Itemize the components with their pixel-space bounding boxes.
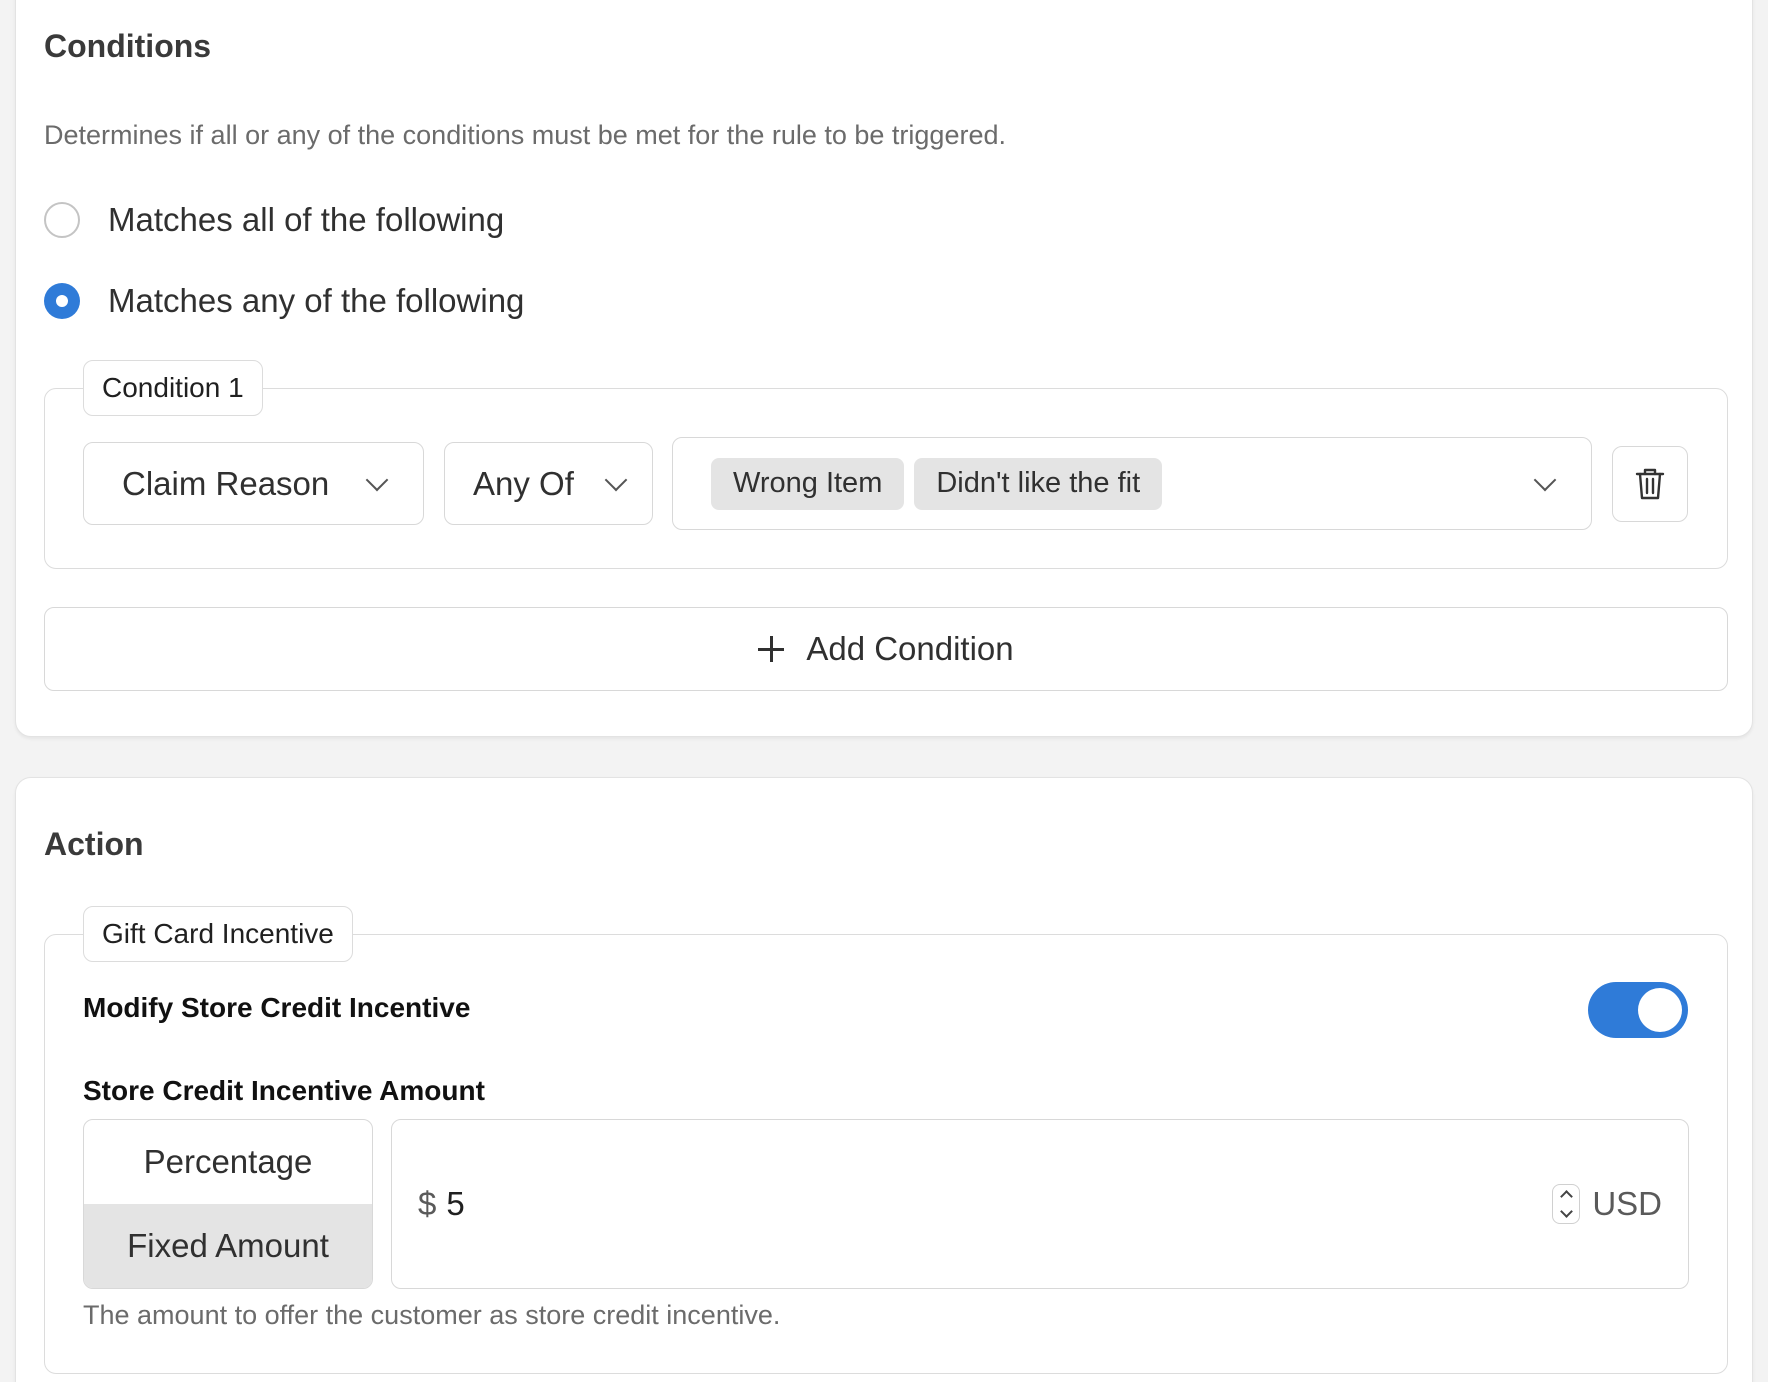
- chevron-up-icon: [1559, 1190, 1573, 1203]
- modify-incentive-label: Modify Store Credit Incentive: [83, 992, 471, 1023]
- amount-type-segmented-control: Percentage Fixed Amount: [83, 1119, 373, 1289]
- chevron-down-icon: [604, 468, 628, 491]
- amount-type-fixed[interactable]: Fixed Amount: [84, 1204, 372, 1288]
- match-all-option[interactable]: Matches all of the following: [44, 201, 504, 239]
- amount-label: Store Credit Incentive Amount: [83, 1075, 485, 1106]
- gift-card-incentive-legend: Gift Card Incentive: [83, 906, 353, 962]
- add-condition-button[interactable]: Add Condition: [44, 607, 1728, 691]
- add-condition-label: Add Condition: [806, 630, 1014, 667]
- amount-input[interactable]: $ 5 USD: [391, 1119, 1689, 1289]
- chevron-down-icon: [1533, 468, 1557, 491]
- modify-incentive-toggle[interactable]: [1588, 982, 1688, 1038]
- amount-help-text: The amount to offer the customer as stor…: [83, 1300, 781, 1330]
- conditions-description: Determines if all or any of the conditio…: [44, 120, 1006, 150]
- currency-code: USD: [1592, 1185, 1662, 1222]
- amount-value[interactable]: 5: [446, 1185, 464, 1223]
- toggle-knob: [1638, 988, 1682, 1032]
- chevron-down-icon: [365, 468, 389, 491]
- stepper-icon[interactable]: [1552, 1184, 1581, 1224]
- match-any-option[interactable]: Matches any of the following: [44, 282, 524, 320]
- amount-type-percentage[interactable]: Percentage: [84, 1120, 372, 1204]
- match-all-radio[interactable]: [44, 202, 80, 238]
- trash-icon: [1635, 468, 1665, 500]
- action-title: Action: [44, 826, 144, 862]
- condition-1-legend: Condition 1: [83, 360, 263, 416]
- delete-condition-button[interactable]: [1612, 446, 1688, 522]
- condition-field-select[interactable]: Claim Reason: [83, 442, 424, 525]
- plus-icon: [758, 636, 785, 662]
- condition-operator-select[interactable]: Any Of: [444, 442, 653, 525]
- conditions-title: Conditions: [44, 28, 212, 64]
- value-chip[interactable]: Wrong Item: [711, 457, 905, 510]
- match-any-label[interactable]: Matches any of the following: [108, 282, 524, 320]
- currency-symbol: $: [418, 1185, 437, 1222]
- condition-field-value: Claim Reason: [122, 464, 330, 502]
- condition-values-select[interactable]: Wrong Item Didn't like the fit: [672, 437, 1592, 530]
- match-all-label[interactable]: Matches all of the following: [108, 201, 504, 239]
- condition-operator-value: Any Of: [473, 464, 574, 502]
- chevron-down-icon: [1559, 1205, 1573, 1218]
- value-chip[interactable]: Didn't like the fit: [914, 457, 1163, 510]
- match-any-radio[interactable]: [44, 283, 80, 319]
